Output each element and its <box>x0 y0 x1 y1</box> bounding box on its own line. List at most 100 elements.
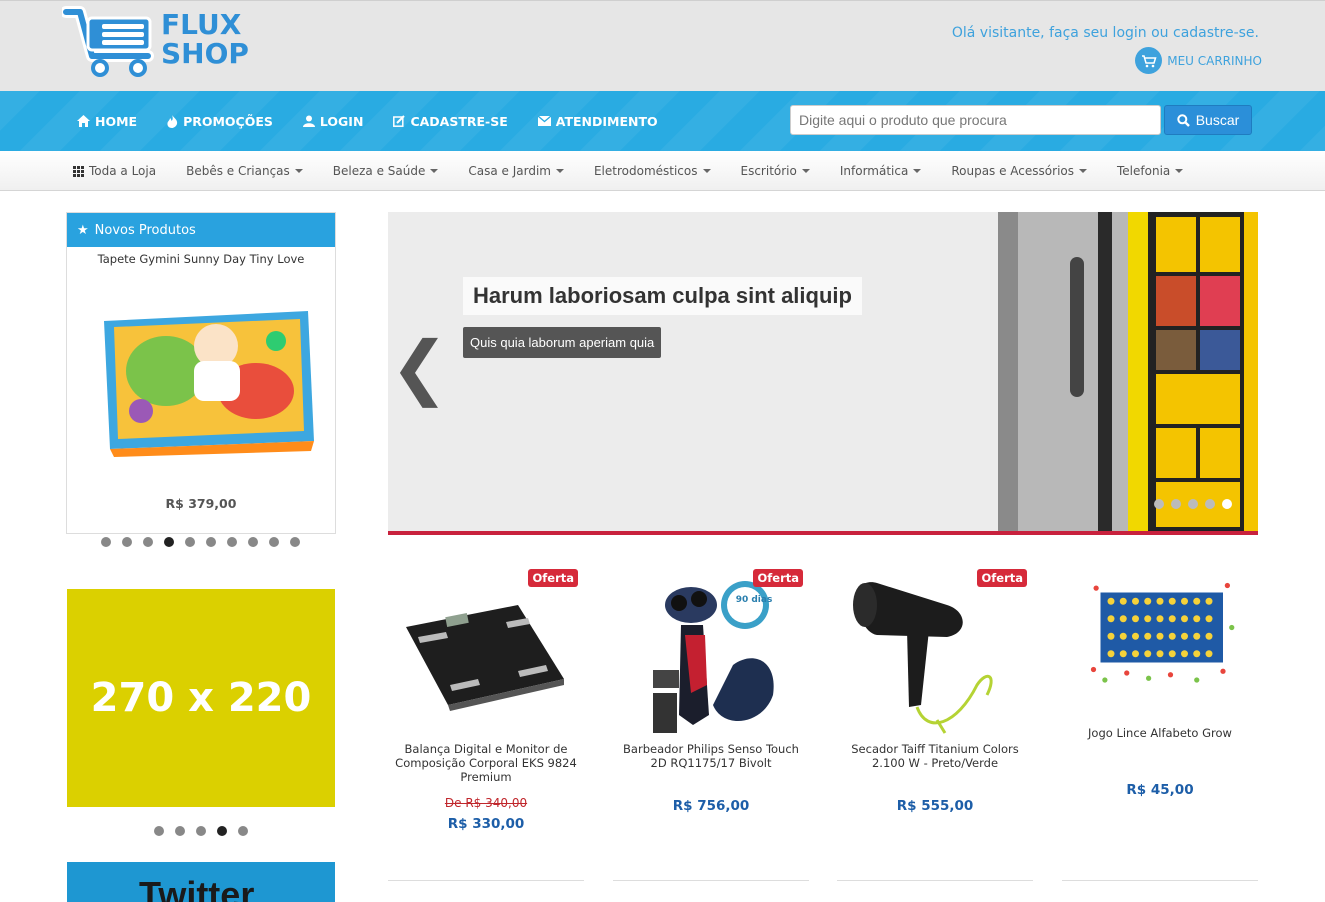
category-label: Bebês e Crianças <box>186 164 290 178</box>
nav-atendimento[interactable]: ATENDIMENTO <box>537 113 658 129</box>
nav-promocoes[interactable]: PROMOÇÕES <box>167 114 273 129</box>
divider <box>613 880 809 881</box>
twitter-widget[interactable]: Twitter <box>67 862 335 902</box>
new-products-carousel-dots[interactable] <box>101 537 300 547</box>
slide-title: Harum laboriosam culpa sint aliquip <box>463 277 862 315</box>
hero-slider[interactable]: Harum laboriosam culpa sint aliquip Quis… <box>388 212 1258 532</box>
carousel-dot[interactable] <box>175 826 185 836</box>
carousel-dot[interactable] <box>101 537 111 547</box>
logo-line2: SHOP <box>161 37 249 70</box>
new-products-header: ★ Novos Produtos <box>67 213 335 247</box>
offer-badge: Oferta <box>977 569 1027 587</box>
search-button[interactable]: Buscar <box>1164 105 1252 135</box>
product-card[interactable]: 90 dias Oferta Barbeador Philips Senso T… <box>613 565 809 845</box>
search-icon <box>1177 113 1190 127</box>
ad-carousel-dots[interactable] <box>154 826 248 836</box>
nav-home[interactable]: HOME <box>77 114 137 129</box>
carousel-dot[interactable] <box>248 537 258 547</box>
carousel-dot[interactable] <box>1154 499 1164 509</box>
carousel-dot[interactable] <box>269 537 279 547</box>
offer-badge: Oferta <box>528 569 578 587</box>
product-card[interactable]: Oferta Balança Digital e Monitor de Comp… <box>388 565 584 845</box>
category-roupas[interactable]: Roupas e Acessórios <box>951 164 1087 178</box>
caret-down-icon <box>702 169 711 173</box>
user-icon <box>302 115 315 127</box>
carousel-dot[interactable] <box>185 537 195 547</box>
category-label: Informática <box>839 164 909 178</box>
product-old-price: De R$ 340,00 <box>444 796 528 810</box>
edit-icon <box>393 115 406 127</box>
category-beleza[interactable]: Beleza e Saúde <box>333 164 439 178</box>
category-label: Toda a Loja <box>89 164 157 178</box>
category-eletro[interactable]: Eletrodomésticos <box>594 164 711 178</box>
slide-subtitle: Quis quia laborum aperiam quia <box>463 327 662 358</box>
category-escritorio[interactable]: Escritório <box>741 164 810 178</box>
product-name[interactable]: Secador Taiff Titanium Colors 2.100 W - … <box>841 742 1029 770</box>
new-products-title: Novos Produtos <box>94 222 196 238</box>
offer-badge: Oferta <box>753 569 803 587</box>
carousel-dot[interactable] <box>1171 499 1181 509</box>
category-label: Casa e Jardim <box>468 164 551 178</box>
product-image-shaver <box>653 581 774 733</box>
nav-cadastre[interactable]: CADASTRE-SE <box>393 113 508 129</box>
product-name[interactable]: Barbeador Philips Senso Touch 2D RQ1175/… <box>617 742 805 770</box>
category-label: Escritório <box>740 164 797 178</box>
grid-icon <box>73 165 84 177</box>
carousel-dot[interactable] <box>196 826 206 836</box>
category-telefonia[interactable]: Telefonia <box>1117 164 1184 178</box>
cart-icon <box>1135 47 1163 74</box>
welcome-login-link[interactable]: Olá visitante, faça seu login ou cadastr… <box>952 25 1259 41</box>
logo-line1: FLUX <box>161 8 242 41</box>
category-label: Telefonia <box>1117 164 1171 178</box>
cart-button[interactable]: MEU CARRINHO <box>1135 47 1262 74</box>
caret-down-icon <box>430 169 439 173</box>
product-price: R$ 45,00 <box>1126 782 1194 798</box>
carousel-dot[interactable] <box>290 537 300 547</box>
search-input[interactable] <box>790 105 1161 135</box>
home-icon <box>77 115 90 127</box>
category-casa[interactable]: Casa e Jardim <box>468 164 564 178</box>
carousel-dot[interactable] <box>227 537 237 547</box>
carousel-dot[interactable] <box>206 537 216 547</box>
slider-prev-arrow[interactable]: ❮ <box>390 332 449 402</box>
product-image-board-game <box>1090 582 1235 683</box>
slider-dots[interactable] <box>1154 499 1232 509</box>
ad-banner[interactable]: 270 x 220 <box>67 589 335 807</box>
product-name[interactable]: Balança Digital e Monitor de Composição … <box>392 742 580 784</box>
cart-logo-icon <box>60 6 154 77</box>
divider <box>1062 880 1258 881</box>
carousel-dot[interactable] <box>122 537 132 547</box>
caret-down-icon <box>913 169 922 173</box>
nav-login[interactable]: LOGIN <box>302 114 363 129</box>
category-toda-loja[interactable]: Toda a Loja <box>73 164 156 178</box>
carousel-dot[interactable] <box>1188 499 1198 509</box>
new-product-name[interactable]: Tapete Gymini Sunny Day Tiny Love <box>67 252 335 266</box>
site-logo[interactable]: FLUX SHOP <box>60 4 262 80</box>
carousel-dot[interactable] <box>1205 499 1215 509</box>
twitter-label: Twitter <box>139 874 255 902</box>
category-label: Eletrodomésticos <box>593 164 698 178</box>
product-name[interactable]: Jogo Lince Alfabeto Grow <box>1066 726 1254 740</box>
product-price: R$ 330,00 <box>447 816 525 832</box>
category-bebes[interactable]: Bebês e Crianças <box>186 164 303 178</box>
carousel-dot[interactable] <box>143 537 153 547</box>
carousel-dot[interactable] <box>1222 499 1232 509</box>
new-product-price: R$ 379,00 <box>165 496 237 511</box>
playmat-product-image[interactable] <box>96 281 316 481</box>
nav-cadastre-label: CADASTRE-SE <box>410 113 508 129</box>
caret-down-icon <box>1079 169 1087 173</box>
carousel-dot[interactable] <box>164 537 174 547</box>
caret-down-icon <box>555 169 564 173</box>
ad-banner-label: 270 x 220 <box>90 675 312 721</box>
category-label: Roupas e Acessórios <box>951 164 1074 178</box>
product-card[interactable]: Oferta Secador Taiff Titanium Colors 2.1… <box>837 565 1033 845</box>
product-price: R$ 555,00 <box>896 798 974 814</box>
nav-atendimento-label: ATENDIMENTO <box>555 113 658 129</box>
product-image-hairdryer <box>853 582 993 734</box>
product-card[interactable]: Jogo Lince Alfabeto Grow R$ 45,00 <box>1062 565 1258 845</box>
carousel-dot[interactable] <box>154 826 164 836</box>
carousel-dot[interactable] <box>217 826 227 836</box>
category-informatica[interactable]: Informática <box>839 164 922 178</box>
category-bar: Toda a Loja Bebês e Crianças Beleza e Sa… <box>0 151 1325 191</box>
carousel-dot[interactable] <box>238 826 248 836</box>
